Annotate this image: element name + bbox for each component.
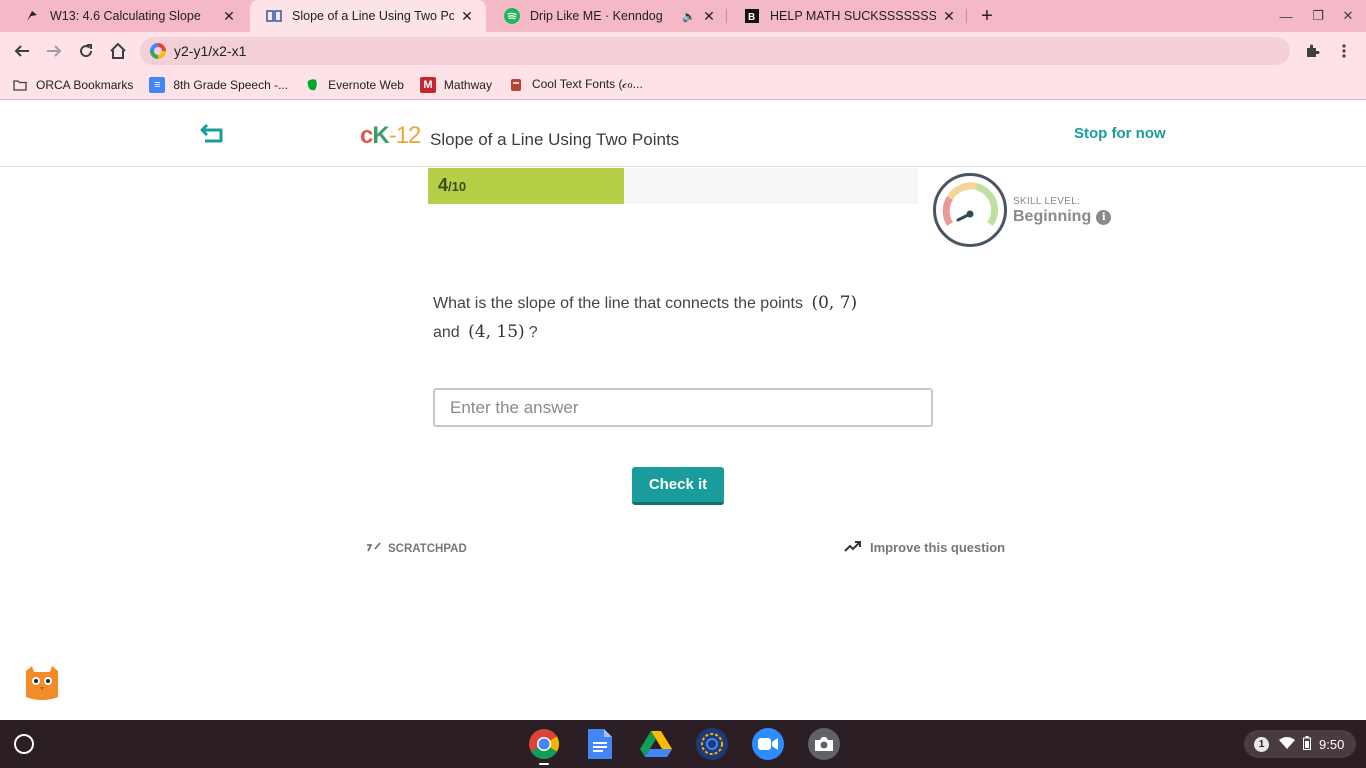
zoom-icon[interactable] — [752, 728, 784, 760]
progress-text: 4/10 — [438, 175, 466, 196]
docs-icon: ≡ — [149, 76, 166, 93]
question-and: and — [433, 324, 460, 341]
bookmark-label: Evernote Web — [328, 77, 404, 92]
svg-text:B: B — [748, 12, 755, 23]
spotify-icon — [504, 8, 520, 24]
progress-total: /10 — [448, 179, 467, 194]
improve-question-link[interactable]: Improve this question — [844, 540, 1005, 555]
skill-level-text: Beginning — [1013, 208, 1092, 225]
fonts-icon — [508, 77, 524, 93]
home-icon[interactable] — [106, 39, 130, 63]
check-it-button[interactable]: Check it — [632, 467, 724, 505]
system-tray[interactable]: 1 9:50 — [1244, 730, 1356, 758]
google-icon — [150, 43, 166, 59]
close-icon[interactable]: ✕ — [940, 7, 958, 25]
docs-icon[interactable] — [584, 728, 616, 760]
camera-icon[interactable] — [808, 728, 840, 760]
back-icon[interactable] — [10, 39, 34, 63]
evernote-icon — [304, 77, 320, 93]
drive-icon[interactable] — [640, 728, 672, 760]
bookmark-speech[interactable]: ≡ 8th Grade Speech -... — [149, 76, 289, 93]
mascot-icon[interactable] — [22, 663, 62, 703]
clock: 9:50 — [1319, 736, 1345, 752]
info-icon[interactable]: i — [1096, 209, 1112, 225]
browser-toolbar: y2-y1/x2-x1 — [0, 32, 1366, 70]
tab-brainly[interactable]: B HELP MATH SUCKSSSSSSSSSSS ✕ — [728, 0, 968, 32]
close-window-icon[interactable]: ✕ — [1338, 6, 1358, 26]
menu-icon[interactable] — [1332, 39, 1356, 63]
wifi-icon — [1279, 736, 1295, 752]
chrome-icon[interactable] — [528, 728, 560, 760]
minimize-icon[interactable]: — — [1276, 6, 1296, 26]
skill-level-value: Beginning i — [1013, 208, 1112, 226]
pencil-squiggle-icon — [366, 541, 382, 556]
address-bar[interactable]: y2-y1/x2-x1 — [140, 37, 1290, 65]
return-icon[interactable] — [198, 121, 226, 145]
skill-gauge-icon — [933, 173, 1007, 247]
launcher-icon[interactable] — [14, 734, 34, 754]
system-shelf: 1 9:50 — [0, 720, 1366, 768]
canvas-icon — [24, 8, 40, 24]
trending-up-icon — [844, 540, 862, 555]
bookmark-mathway[interactable]: M Mathway — [419, 76, 492, 93]
question-mark: ? — [528, 324, 538, 341]
battery-icon — [1303, 735, 1311, 753]
bookmark-label: ORCA Bookmarks — [36, 77, 134, 92]
tab-separator — [726, 9, 727, 23]
new-tab-button[interactable]: + — [976, 5, 998, 27]
tab-spotify[interactable]: Drip Like ME · Kenndog 🔈 ✕ — [488, 0, 728, 32]
forward-icon[interactable] — [42, 39, 66, 63]
skill-level-label: SKILL LEVEL: — [1013, 196, 1081, 207]
scratchpad-button[interactable]: SCRATCHPAD — [366, 541, 467, 556]
page-content: cK-12 Slope of a Line Using Two Points S… — [0, 101, 1366, 720]
stop-for-now-link[interactable]: Stop for now — [1074, 125, 1166, 142]
close-icon[interactable]: ✕ — [458, 7, 476, 25]
app-header: cK-12 Slope of a Line Using Two Points S… — [0, 101, 1366, 167]
point-1: (0, 7) — [811, 293, 858, 313]
bookmark-evernote[interactable]: Evernote Web — [304, 77, 404, 93]
progress-bar: 4/10 — [428, 168, 918, 204]
notification-badge: 1 — [1254, 736, 1269, 752]
extensions-icon[interactable] — [1300, 39, 1324, 63]
address-text: y2-y1/x2-x1 — [174, 43, 247, 59]
tab-strip: W13: 4.6 Calculating Slope ✕ Slope of a … — [0, 0, 1366, 32]
answer-input[interactable] — [433, 388, 933, 427]
close-icon[interactable]: ✕ — [700, 7, 718, 25]
bookmark-cool-text[interactable]: Cool Text Fonts (𝒸ℴ... — [508, 77, 643, 93]
bookmark-label: Mathway — [443, 77, 492, 92]
tab-title: Slope of a Line Using Two Points — [292, 9, 454, 23]
question-prompt: What is the slope of the line that conne… — [433, 295, 803, 312]
scratchpad-label: SCRATCHPAD — [388, 542, 467, 555]
point-2: (4, 15) — [468, 322, 525, 342]
folder-icon — [12, 77, 28, 93]
bookmark-label: Cool Text Fonts (𝒸ℴ... — [531, 77, 643, 91]
close-icon[interactable]: ✕ — [220, 7, 238, 25]
page-title: Slope of a Line Using Two Points — [430, 130, 680, 149]
progress-current: 4 — [438, 175, 449, 195]
settings-gear-icon[interactable] — [696, 728, 728, 760]
mathway-icon: M — [419, 76, 436, 93]
bookmarks-bar: ORCA Bookmarks ≡ 8th Grade Speech -... E… — [0, 70, 1366, 100]
tab-title: Drip Like ME · Kenndog — [530, 9, 663, 23]
book-icon — [266, 8, 282, 24]
bookmark-orca[interactable]: ORCA Bookmarks — [12, 77, 133, 93]
brainly-icon: B — [744, 8, 760, 24]
reload-icon[interactable] — [74, 39, 98, 63]
bookmark-label: 8th Grade Speech -... — [173, 77, 289, 92]
question-text: What is the slope of the line that conne… — [433, 289, 913, 347]
tab-title: HELP MATH SUCKSSSSSSSSSSS — [770, 9, 936, 23]
improve-label: Improve this question — [870, 540, 1006, 555]
restore-icon[interactable]: ❐ — [1308, 6, 1328, 26]
tab-title: W13: 4.6 Calculating Slope — [50, 9, 201, 23]
active-app-indicator — [539, 763, 549, 765]
tab-separator — [966, 9, 967, 23]
tab-slope-two-points[interactable]: Slope of a Line Using Two Points ✕ — [250, 0, 486, 32]
speaker-icon[interactable]: 🔈 — [682, 10, 696, 23]
ck12-logo[interactable]: cK-12 — [360, 123, 421, 149]
tab-calculating-slope[interactable]: W13: 4.6 Calculating Slope ✕ — [8, 0, 248, 32]
